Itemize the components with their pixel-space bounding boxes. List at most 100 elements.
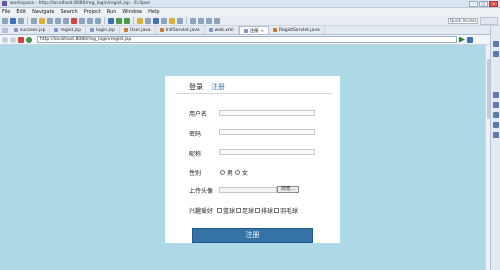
new-java-project-icon[interactable] xyxy=(137,17,143,24)
forward-icon[interactable] xyxy=(214,17,220,24)
window-controls: – □ × xyxy=(469,1,498,7)
open-folder-icon[interactable] xyxy=(169,17,175,24)
back-icon[interactable] xyxy=(2,36,8,43)
maximize-button[interactable]: □ xyxy=(479,1,488,7)
menu-file[interactable]: File xyxy=(2,9,10,15)
username-input[interactable] xyxy=(219,110,315,116)
menu-run[interactable]: Run xyxy=(107,9,117,15)
menu-bar: File Edit Navigate Search Project Run Wi… xyxy=(0,8,500,16)
javadoc-icon[interactable] xyxy=(493,102,499,108)
declaration-icon[interactable] xyxy=(493,112,499,118)
console-icon[interactable] xyxy=(493,122,499,128)
server-icon[interactable] xyxy=(39,17,45,24)
toolbar-separator xyxy=(104,17,105,24)
menu-window[interactable]: Window xyxy=(122,9,142,15)
menu-navigate[interactable]: Navigate xyxy=(32,9,54,15)
step-into-icon[interactable] xyxy=(79,17,85,24)
tab-browser-register[interactable]: 注册 × xyxy=(238,26,270,34)
tab-register[interactable]: 注册 xyxy=(211,82,225,92)
perspective-switcher[interactable] xyxy=(480,17,498,25)
menu-search[interactable]: Search xyxy=(61,9,78,15)
tab-registservlet-java[interactable]: RegistServlet.java xyxy=(269,26,325,34)
tab-login-jsp[interactable]: login.jsp xyxy=(86,26,120,34)
prev-annotation-icon[interactable] xyxy=(190,17,196,24)
gender-female-label: 女 xyxy=(242,170,249,177)
next-annotation-icon[interactable] xyxy=(198,17,204,24)
menu-project[interactable]: Project xyxy=(84,9,101,15)
search-icon[interactable] xyxy=(177,17,183,24)
task-list-icon[interactable] xyxy=(493,51,499,57)
hobby-checkbox[interactable] xyxy=(236,208,242,213)
password-input[interactable] xyxy=(219,129,315,135)
run-icon[interactable] xyxy=(116,17,122,24)
hobby-checkbox[interactable] xyxy=(274,208,280,213)
problems-icon[interactable] xyxy=(493,92,499,98)
tab-initservlet-java[interactable]: InitServlet.java xyxy=(156,26,205,34)
gender-female-radio[interactable] xyxy=(235,170,241,175)
menu-help[interactable]: Help xyxy=(148,9,159,15)
tab-success-jsp[interactable]: success.jsp xyxy=(10,26,51,34)
tab-label: 注册 xyxy=(249,28,259,34)
tab-login[interactable]: 登录 xyxy=(189,82,203,92)
main-toolbar: Quick Access xyxy=(0,16,500,26)
hobby-checkbox[interactable] xyxy=(255,208,261,213)
new-class-icon[interactable] xyxy=(153,17,159,24)
tab-web-xml[interactable]: web.xml xyxy=(205,26,239,34)
browse-button[interactable]: 浏览... xyxy=(277,186,299,193)
form-tabs: 登录 注册 xyxy=(189,82,225,92)
hobby-checkbox[interactable] xyxy=(217,208,222,213)
servers-icon[interactable] xyxy=(493,132,499,138)
window-title: workspace - http://localhost:8080/reg_lo… xyxy=(10,1,151,6)
avatar-file-field[interactable] xyxy=(219,187,277,193)
java-file-icon xyxy=(123,28,128,32)
gender-male-radio[interactable] xyxy=(220,170,225,175)
gender-label: 性别 xyxy=(189,170,202,177)
avatar-label: 上传头像 xyxy=(189,188,214,195)
minimize-button[interactable]: – xyxy=(469,1,478,7)
back-icon[interactable] xyxy=(206,17,212,24)
refresh-icon[interactable] xyxy=(26,36,32,43)
new-icon[interactable] xyxy=(2,17,8,24)
jsp-file-icon xyxy=(14,28,18,32)
toolbar-separator xyxy=(186,17,187,24)
register-submit-button[interactable]: 注册 xyxy=(192,228,313,243)
tab-user-java[interactable]: User.java xyxy=(120,26,156,34)
url-field[interactable]: http://localhost:8080/reg_login/regist.j… xyxy=(37,36,457,43)
tab-label: web.xml xyxy=(214,27,234,33)
tab-label: User.java xyxy=(129,27,151,33)
password-label: 密码 xyxy=(189,131,202,138)
toolbar-separator xyxy=(27,17,28,24)
print-icon[interactable] xyxy=(18,17,24,24)
suspend-icon[interactable] xyxy=(63,17,69,24)
close-tab-icon[interactable]: × xyxy=(261,28,264,33)
terminal-icon[interactable] xyxy=(31,17,37,24)
terminate-icon[interactable] xyxy=(71,17,77,24)
stop-icon[interactable] xyxy=(18,36,24,43)
quick-access-field[interactable]: Quick Access xyxy=(448,18,478,24)
nickname-label: 昵称 xyxy=(189,151,202,158)
hobby-option-label: 篮球 xyxy=(223,208,236,215)
forward-icon[interactable] xyxy=(10,36,16,43)
close-button[interactable]: × xyxy=(489,1,498,7)
tab-list-icon[interactable] xyxy=(2,28,8,33)
right-dock xyxy=(490,26,500,270)
debug-skip-icon[interactable] xyxy=(47,17,53,24)
tab-regist-jsp[interactable]: regist.jsp xyxy=(50,26,87,34)
xml-file-icon xyxy=(208,28,213,32)
hobby-label: 兴趣爱好 xyxy=(189,208,214,215)
open-in-browser-icon[interactable] xyxy=(467,36,473,43)
open-type-icon[interactable] xyxy=(161,17,167,24)
nickname-input[interactable] xyxy=(219,149,315,155)
step-return-icon[interactable] xyxy=(95,17,101,24)
gender-options: 男 女 xyxy=(220,168,248,177)
step-over-icon[interactable] xyxy=(87,17,93,24)
debug-icon[interactable] xyxy=(108,17,114,24)
outline-icon[interactable] xyxy=(493,41,499,47)
gender-male-label: 男 xyxy=(227,170,234,177)
menu-edit[interactable]: Edit xyxy=(16,9,26,15)
external-tools-icon[interactable] xyxy=(124,17,130,24)
new-package-icon[interactable] xyxy=(145,17,151,24)
go-icon[interactable] xyxy=(459,36,465,43)
resume-icon[interactable] xyxy=(55,17,61,24)
save-icon[interactable] xyxy=(10,17,16,24)
